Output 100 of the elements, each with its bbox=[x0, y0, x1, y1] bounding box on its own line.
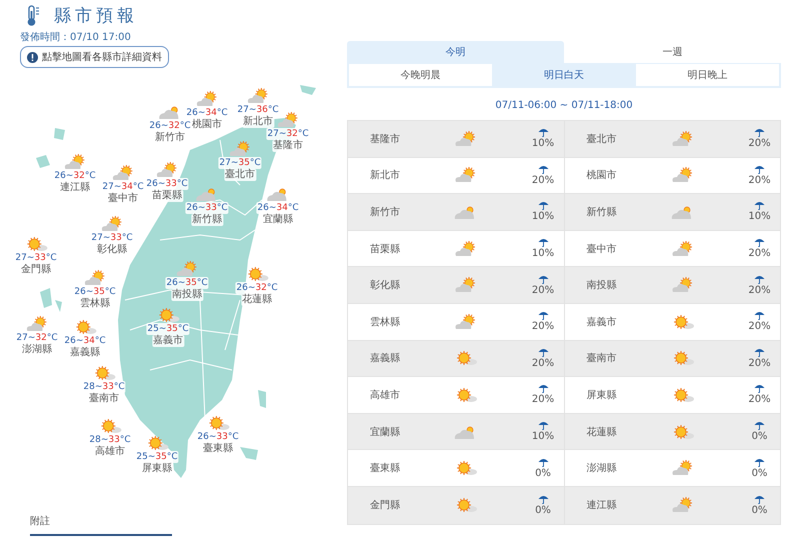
cloud-sun-icon bbox=[670, 167, 694, 184]
rain-chance: 20% bbox=[748, 358, 771, 369]
county-name[interactable]: 高雄市 bbox=[94, 446, 126, 458]
cloud-sun-icon bbox=[195, 91, 219, 107]
rain-chance: 20% bbox=[532, 284, 554, 296]
county-name[interactable]: 雲林縣 bbox=[79, 298, 111, 310]
county-name[interactable]: 桃園市 bbox=[191, 119, 223, 131]
umbrella-icon bbox=[754, 311, 765, 320]
rain-chance: 20% bbox=[532, 321, 554, 332]
county-name[interactable]: 新竹市 bbox=[154, 132, 186, 144]
rain-chance: 0% bbox=[752, 504, 768, 516]
umbrella-icon bbox=[754, 458, 765, 467]
umbrella-icon bbox=[538, 201, 548, 210]
umbrella-icon bbox=[754, 494, 765, 504]
cloud-sun-icon bbox=[670, 130, 694, 147]
umbrella-icon bbox=[538, 348, 548, 357]
cloud-sun-icon bbox=[246, 88, 270, 104]
temperature-range: 25~35°C bbox=[146, 323, 190, 335]
umbrella-icon bbox=[538, 458, 548, 467]
cloud-sun-icon bbox=[670, 460, 694, 476]
rain-chance: 20% bbox=[748, 284, 771, 296]
cloud-sun-icon bbox=[63, 154, 87, 170]
county-name: 臺中市 bbox=[586, 242, 618, 256]
county-name: 高雄市 bbox=[370, 388, 401, 402]
time-range: 07/11-06:00 ~ 07/11-18:00 bbox=[494, 100, 634, 113]
rain-chance: 20% bbox=[532, 358, 554, 369]
county-name[interactable]: 連江縣 bbox=[59, 182, 91, 194]
umbrella-icon bbox=[538, 494, 548, 504]
cloud-sun-icon bbox=[276, 112, 300, 128]
tab[interactable]: 今明 bbox=[347, 41, 564, 63]
county-name[interactable]: 苗栗縣 bbox=[151, 190, 183, 202]
sun-icon bbox=[454, 386, 478, 403]
temperature-range: 27~35°C bbox=[218, 157, 262, 169]
county-name: 桃園市 bbox=[586, 168, 618, 182]
temperature-range: 25~35°C bbox=[135, 451, 179, 463]
county-name[interactable]: 新北市 bbox=[242, 116, 274, 128]
county-name[interactable]: 花蓮縣 bbox=[241, 294, 273, 306]
rain-chance: 0% bbox=[535, 504, 551, 516]
rain-chance: 20% bbox=[748, 138, 771, 150]
county-name: 基隆市 bbox=[370, 132, 401, 146]
umbrella-icon bbox=[538, 128, 548, 138]
county-name: 臺北市 bbox=[586, 132, 618, 146]
notes-tab[interactable]: 附註 bbox=[30, 514, 172, 536]
county-name[interactable]: 臺東縣 bbox=[202, 443, 234, 455]
county-name[interactable]: 臺北市 bbox=[224, 169, 256, 181]
rain-chance: 0% bbox=[752, 431, 768, 442]
umbrella-icon bbox=[754, 238, 765, 248]
county-name[interactable]: 新竹縣 bbox=[191, 214, 223, 226]
county-name: 連江縣 bbox=[586, 498, 618, 512]
county-name: 宜蘭縣 bbox=[370, 426, 401, 439]
umbrella-icon bbox=[754, 201, 765, 210]
umbrella-icon bbox=[754, 164, 765, 174]
temperature-range: 26~32°C bbox=[235, 282, 279, 294]
county-name: 花蓮縣 bbox=[586, 426, 618, 439]
county-name: 雲林縣 bbox=[370, 316, 401, 329]
rain-chance: 20% bbox=[748, 248, 771, 260]
county-name[interactable]: 澎湖縣 bbox=[21, 344, 53, 356]
county-name[interactable]: 臺中市 bbox=[107, 193, 139, 205]
umbrella-icon bbox=[538, 238, 548, 248]
rain-chance: 20% bbox=[748, 321, 771, 332]
umbrella-icon bbox=[754, 128, 765, 138]
county-name: 南投縣 bbox=[586, 278, 618, 292]
sun-icon bbox=[454, 350, 478, 366]
county-name: 彰化縣 bbox=[370, 278, 401, 292]
county-name: 嘉義縣 bbox=[370, 352, 401, 366]
county-name: 新竹市 bbox=[370, 206, 401, 219]
cloud-sun-icon bbox=[670, 497, 694, 514]
rain-chance: 10% bbox=[532, 138, 554, 150]
period-tab[interactable]: 明日晚上 bbox=[636, 64, 779, 86]
rain-chance: 0% bbox=[535, 468, 551, 479]
rain-chance: 10% bbox=[532, 431, 554, 442]
rain-chance: 20% bbox=[748, 174, 771, 186]
temperature-range: 26~35°C bbox=[165, 277, 209, 289]
period-tab[interactable]: 今晚明晨 bbox=[349, 64, 492, 86]
temperature-range: 26~34°C bbox=[256, 202, 300, 214]
county-name[interactable]: 宜蘭縣 bbox=[262, 214, 294, 226]
county-name[interactable]: 嘉義縣 bbox=[69, 347, 101, 359]
county-name: 澎湖縣 bbox=[586, 462, 618, 476]
county-name[interactable]: 臺南市 bbox=[88, 393, 120, 405]
info-icon bbox=[27, 52, 38, 62]
county-name[interactable]: 屏東縣 bbox=[141, 463, 173, 475]
county-name[interactable]: 金門縣 bbox=[20, 264, 52, 276]
county-name[interactable]: 彰化縣 bbox=[96, 244, 128, 256]
rain-chance: 10% bbox=[748, 211, 771, 222]
page-title: 縣市預報 bbox=[54, 5, 138, 27]
county-name[interactable]: 南投縣 bbox=[171, 289, 203, 301]
cloud-sun-icon bbox=[100, 216, 124, 232]
county-name: 臺南市 bbox=[586, 352, 618, 366]
cloud-sun-icon bbox=[175, 261, 199, 277]
rain-chance: 20% bbox=[532, 174, 554, 186]
temperature-range: 26~33°C bbox=[185, 202, 229, 214]
cloud-sun-icon bbox=[155, 162, 179, 178]
county-name[interactable]: 嘉義市 bbox=[152, 335, 184, 347]
temperature-range: 28~33°C bbox=[82, 381, 126, 393]
cloud-sun-icon bbox=[83, 270, 107, 286]
county-name[interactable]: 基隆市 bbox=[272, 140, 304, 152]
rain-chance: 20% bbox=[532, 394, 554, 406]
county-name: 臺東縣 bbox=[370, 462, 401, 476]
cloud-sun-icon bbox=[25, 316, 49, 332]
map-hint-button[interactable]: 點擊地圖看各縣市詳細資料 bbox=[20, 46, 169, 68]
